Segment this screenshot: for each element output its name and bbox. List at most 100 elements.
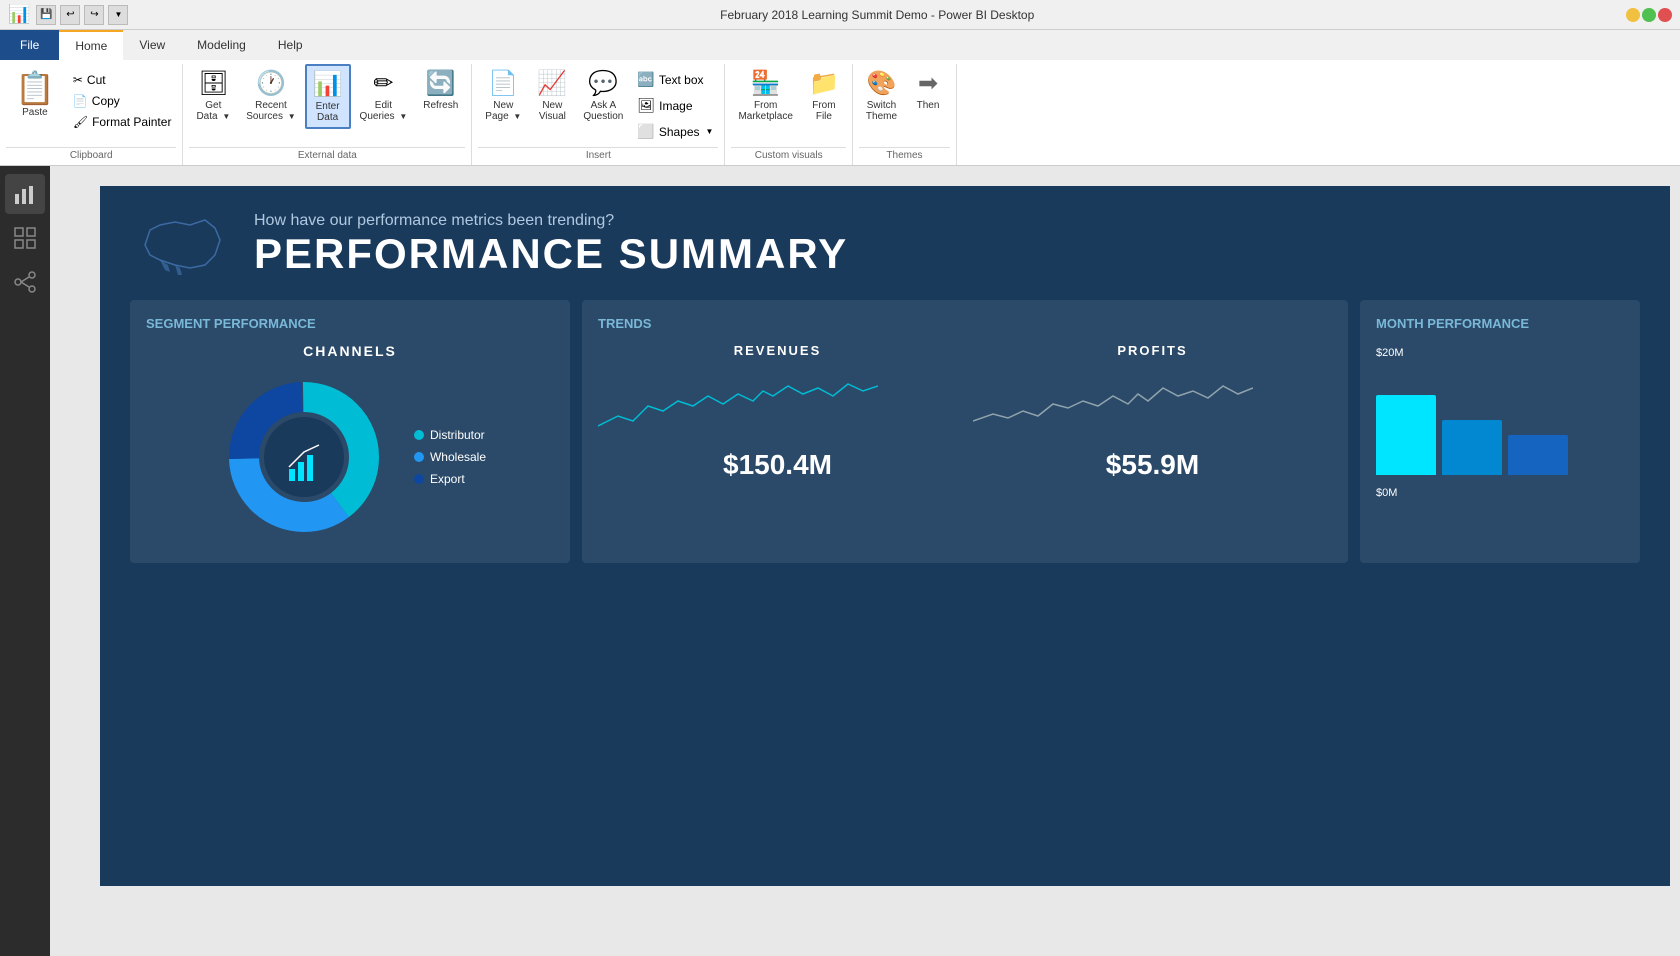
ribbon-themes-group: 🎨 SwitchTheme ➡ Then Themes: [853, 64, 957, 165]
custom-visuals-group-label: Custom visuals: [731, 147, 845, 165]
sidebar: [0, 166, 50, 956]
dashboard-panels: Segment Performance CHANNELS: [130, 300, 1640, 563]
shapes-icon: ⬜: [637, 123, 654, 140]
edit-queries-label: EditQueries ▼: [360, 100, 408, 122]
from-marketplace-button[interactable]: 🏪 FromMarketplace: [731, 64, 799, 127]
menu-help[interactable]: Help: [262, 30, 319, 60]
menu-file-label: File: [20, 38, 39, 52]
from-file-button[interactable]: 📁 FromFile: [802, 64, 846, 127]
recent-sources-button[interactable]: 🕐 RecentSources ▼: [239, 64, 302, 127]
paste-button[interactable]: 📋 Paste: [6, 64, 64, 123]
new-page-icon: 📄: [488, 69, 518, 98]
image-button[interactable]: 🖼 Image: [632, 94, 718, 117]
new-page-label: NewPage ▼: [485, 100, 521, 122]
month-chart: $20M $0M: [1376, 343, 1624, 503]
redo-button[interactable]: ↪: [84, 5, 104, 25]
ask-question-button[interactable]: 💬 Ask AQuestion: [576, 64, 630, 127]
sidebar-item-model[interactable]: [5, 262, 45, 302]
menu-home[interactable]: Home: [59, 30, 123, 60]
copy-label: Copy: [92, 94, 120, 108]
then-label: Then: [917, 100, 940, 111]
insert-group-label: Insert: [478, 147, 718, 165]
segment-performance-title: Segment Performance: [146, 316, 554, 331]
ribbon: 📋 Paste ✂ Cut 📄 Copy 🖌 Format Pai: [0, 60, 1680, 166]
wholesale-label: Wholesale: [414, 450, 486, 464]
clipboard-small-buttons: ✂ Cut 📄 Copy 🖌 Format Painter: [68, 64, 177, 132]
app-icon: 📊: [8, 4, 30, 25]
enter-data-button[interactable]: 📊 EnterData: [305, 64, 351, 129]
dashboard: How have our performance metrics been tr…: [100, 186, 1670, 886]
copy-button[interactable]: 📄 Copy: [68, 91, 177, 111]
edit-queries-button[interactable]: ✏ EditQueries ▼: [353, 64, 415, 127]
themes-group-label: Themes: [859, 147, 950, 165]
menu-view-label: View: [139, 38, 165, 52]
from-marketplace-label: FromMarketplace: [738, 100, 792, 122]
report-icon: [13, 182, 37, 206]
donut-chart: [214, 367, 394, 547]
minimize-button[interactable]: [1626, 8, 1640, 22]
image-label: Image: [659, 99, 692, 113]
ask-question-icon: 💬: [588, 69, 618, 98]
dashboard-header: How have our performance metrics been tr…: [100, 186, 1670, 300]
then-button[interactable]: ➡ Then: [906, 64, 950, 116]
get-data-icon: 🗄: [198, 69, 228, 98]
switch-theme-button[interactable]: 🎨 SwitchTheme: [859, 64, 904, 127]
profits-section: PROFITS $55.9M: [973, 343, 1332, 481]
external-data-items: 🗄 GetData ▼ 🕐 RecentSources ▼ 📊 EnterDat…: [189, 64, 465, 147]
switch-theme-icon: 🎨: [867, 69, 897, 98]
menu-view[interactable]: View: [123, 30, 181, 60]
switch-theme-label: SwitchTheme: [866, 100, 897, 122]
bar-2: [1442, 420, 1502, 475]
recent-sources-icon: 🕐: [256, 69, 286, 98]
insert-sub-group: 🔤 Text box 🖼 Image ⬜ Shapes ▼: [632, 64, 718, 143]
format-painter-button[interactable]: 🖌 Format Painter: [68, 112, 177, 132]
dropdown-button[interactable]: ▼: [108, 5, 128, 25]
maximize-button[interactable]: [1642, 8, 1656, 22]
revenues-title: REVENUES: [598, 343, 957, 358]
y-label-20m: $20M: [1376, 347, 1624, 359]
from-marketplace-icon: 🏪: [751, 69, 781, 98]
distributor-color: [414, 430, 424, 440]
app-body: How have our performance metrics been tr…: [0, 166, 1680, 956]
format-painter-label: Format Painter: [92, 115, 171, 129]
save-button[interactable]: 💾: [36, 5, 56, 25]
themes-items: 🎨 SwitchTheme ➡ Then: [859, 64, 950, 147]
channels-title: CHANNELS: [146, 343, 554, 359]
copy-icon: 📄: [73, 94, 88, 108]
new-page-button[interactable]: 📄 NewPage ▼: [478, 64, 528, 127]
refresh-button[interactable]: 🔄 Refresh: [416, 64, 465, 116]
menu-modeling[interactable]: Modeling: [181, 30, 262, 60]
shapes-dropdown-arrow: ▼: [706, 127, 714, 136]
cut-label: Cut: [87, 73, 106, 87]
enter-data-label: EnterData: [316, 101, 340, 123]
export-color: [414, 474, 424, 484]
sidebar-item-data[interactable]: [5, 218, 45, 258]
model-icon: [13, 270, 37, 294]
canvas: How have our performance metrics been tr…: [50, 166, 1680, 956]
distributor-label: Distributor: [414, 428, 486, 442]
refresh-label: Refresh: [423, 100, 458, 111]
get-data-button[interactable]: 🗄 GetData ▼: [189, 64, 237, 127]
new-visual-button[interactable]: 📈 NewVisual: [530, 64, 574, 127]
profits-value: $55.9M: [973, 449, 1332, 481]
recent-sources-label: RecentSources ▼: [246, 100, 295, 122]
donut-labels: Distributor Wholesale Export: [414, 428, 486, 486]
paste-icon: 📋: [15, 69, 55, 107]
cut-button[interactable]: ✂ Cut: [68, 70, 177, 90]
menu-bar: File Home View Modeling Help: [0, 30, 1680, 60]
format-painter-icon: 🖌: [73, 115, 88, 129]
window-title: February 2018 Learning Summit Demo - Pow…: [134, 8, 1620, 22]
custom-visuals-items: 🏪 FromMarketplace 📁 FromFile: [731, 64, 845, 147]
cut-icon: ✂: [73, 73, 83, 87]
wholesale-color: [414, 452, 424, 462]
close-button[interactable]: [1658, 8, 1672, 22]
menu-file[interactable]: File: [0, 30, 59, 60]
from-file-icon: 📁: [809, 69, 839, 98]
new-visual-icon: 📈: [537, 69, 567, 98]
shapes-button[interactable]: ⬜ Shapes ▼: [632, 120, 718, 143]
y-label-0m: $0M: [1376, 487, 1624, 499]
text-box-button[interactable]: 🔤 Text box: [632, 68, 718, 91]
undo-button[interactable]: ↩: [60, 5, 80, 25]
sidebar-item-report[interactable]: [5, 174, 45, 214]
then-icon: ➡: [918, 69, 938, 98]
